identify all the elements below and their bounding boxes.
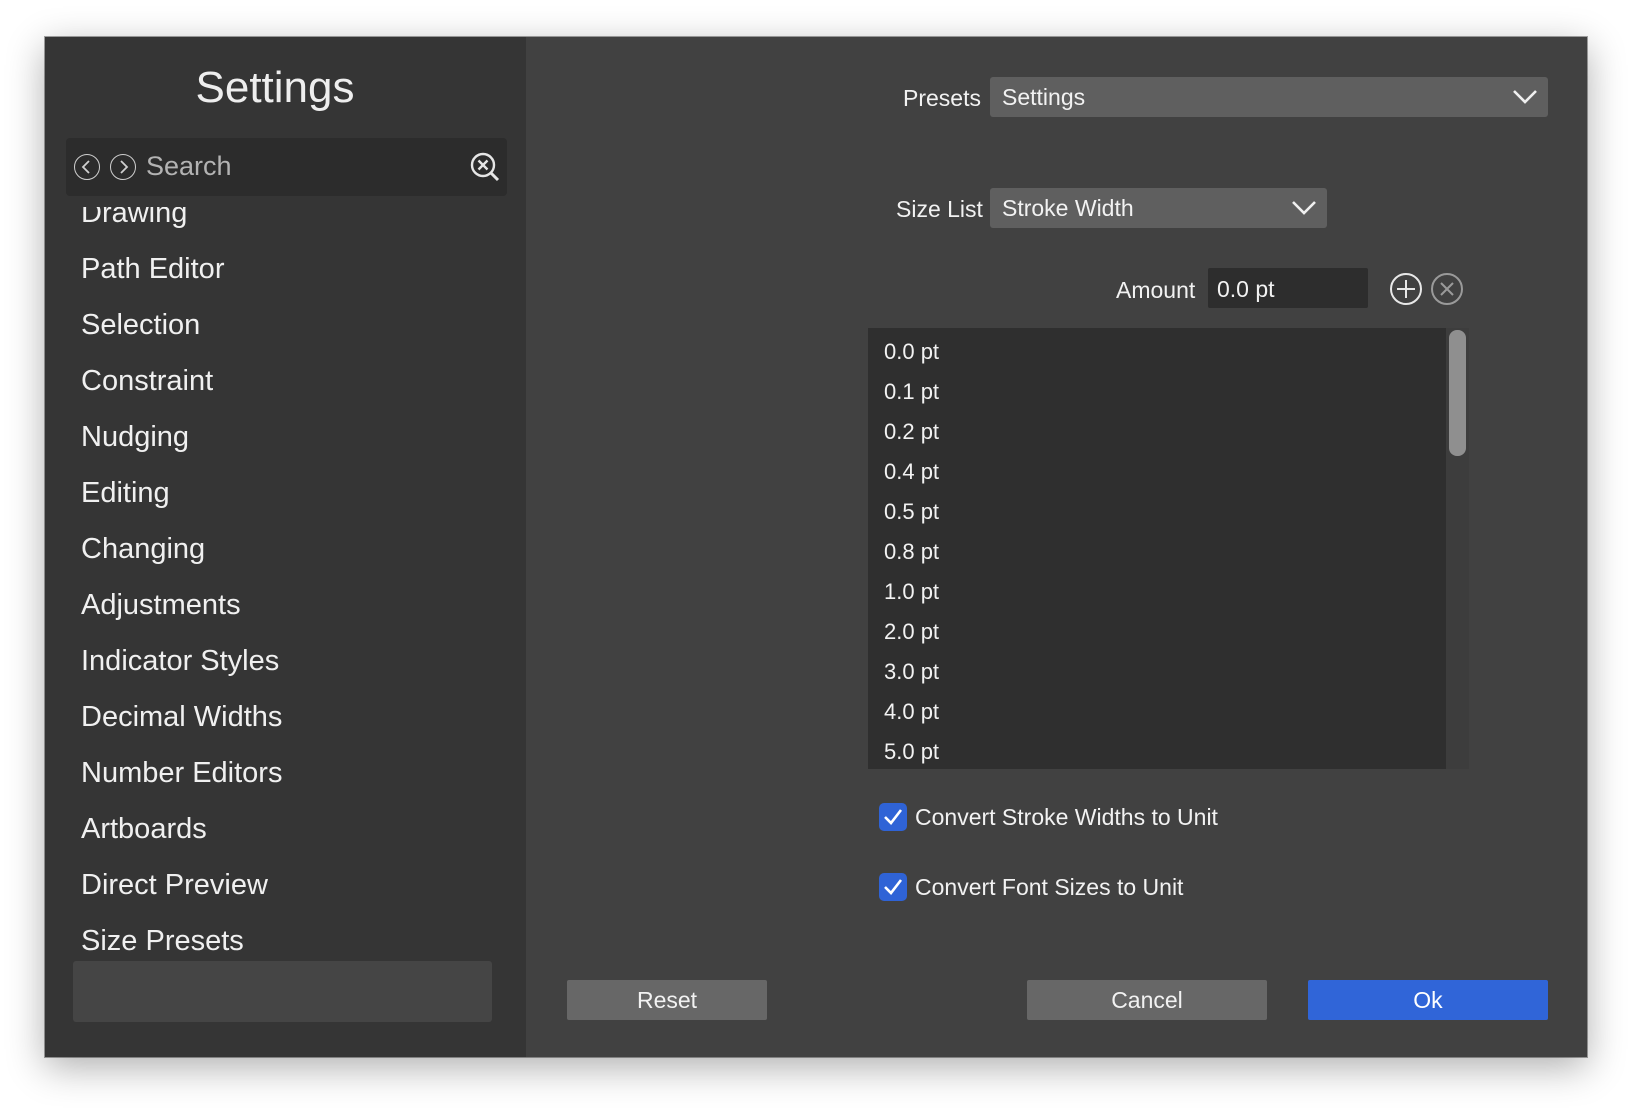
back-arrow-icon[interactable] <box>74 154 100 180</box>
size-list[interactable]: 0.0 pt 0.1 pt 0.2 pt 0.4 pt 0.5 pt 0.8 p… <box>868 328 1469 769</box>
list-item[interactable]: 1.0 pt <box>884 579 939 605</box>
list-item[interactable]: 4.0 pt <box>884 699 939 725</box>
convert-stroke-widths-label[interactable]: Convert Stroke Widths to Unit <box>915 804 1218 831</box>
size-list-label: Size List <box>896 196 983 222</box>
add-icon[interactable] <box>1389 272 1423 306</box>
search-input[interactable]: Search <box>146 151 232 182</box>
list-scrollbar[interactable] <box>1446 328 1469 769</box>
list-item[interactable]: 3.0 pt <box>884 659 939 685</box>
sidebar: Settings Search Drawing Path Editor Sele… <box>45 37 526 1057</box>
list-item[interactable]: 2.0 pt <box>884 619 939 645</box>
presets-label: Presets <box>903 85 981 111</box>
size-list-value: Stroke Width <box>1002 195 1134 221</box>
list-item[interactable]: 0.4 pt <box>884 459 939 485</box>
presets-value: Settings <box>1002 84 1086 110</box>
convert-stroke-widths-checkbox[interactable] <box>879 803 907 831</box>
sidebar-item-constraint[interactable]: Constraint <box>81 365 213 398</box>
chevron-down-icon <box>1292 201 1316 215</box>
search-clear-icon[interactable] <box>468 150 502 184</box>
ok-button[interactable]: Ok <box>1308 980 1548 1020</box>
list-item[interactable]: 0.8 pt <box>884 539 939 565</box>
scrollbar-thumb[interactable] <box>1449 330 1466 456</box>
convert-font-sizes-label[interactable]: Convert Font Sizes to Unit <box>915 874 1183 901</box>
forward-arrow-icon[interactable] <box>110 154 136 180</box>
checkmark-icon <box>884 809 903 825</box>
sidebar-item-changing[interactable]: Changing <box>81 533 205 566</box>
chevron-down-icon <box>1513 90 1537 104</box>
sidebar-title: Settings <box>195 63 355 112</box>
sidebar-item-size-presets[interactable]: Size Presets <box>81 925 244 958</box>
list-item[interactable]: 0.0 pt <box>884 339 939 365</box>
sidebar-item-drawing[interactable]: Drawing <box>81 207 187 230</box>
convert-font-sizes-checkbox[interactable] <box>879 873 907 901</box>
sidebar-item-artboards[interactable]: Artboards <box>81 813 207 846</box>
amount-label: Amount <box>1116 277 1196 303</box>
cancel-button[interactable]: Cancel <box>1027 980 1267 1020</box>
settings-window: Settings Search Drawing Path Editor Sele… <box>45 37 1587 1057</box>
sidebar-item-decimal-widths[interactable]: Decimal Widths <box>81 701 282 734</box>
settings-nav: Drawing Path Editor Selection Constraint… <box>45 207 526 1057</box>
remove-icon[interactable] <box>1430 272 1464 306</box>
sidebar-item-number-editors[interactable]: Number Editors <box>81 757 282 790</box>
reset-button[interactable]: Reset <box>567 980 767 1020</box>
sidebar-item-editing[interactable]: Editing <box>81 477 170 510</box>
list-item[interactable]: 5.0 pt <box>884 739 939 765</box>
presets-dropdown[interactable]: Settings <box>990 77 1548 117</box>
sidebar-item-path-editor[interactable]: Path Editor <box>81 253 224 286</box>
amount-value: 0.0 pt <box>1217 276 1275 302</box>
amount-field[interactable]: 0.0 pt <box>1208 268 1368 308</box>
sidebar-item-direct-preview[interactable]: Direct Preview <box>81 869 268 902</box>
list-item[interactable]: 0.2 pt <box>884 419 939 445</box>
sidebar-item-indicator-styles[interactable]: Indicator Styles <box>81 645 279 678</box>
nav-selection-highlight <box>73 961 492 1022</box>
sidebar-item-selection[interactable]: Selection <box>81 309 200 342</box>
checkmark-icon <box>884 879 903 895</box>
list-item[interactable]: 0.1 pt <box>884 379 939 405</box>
sidebar-item-nudging[interactable]: Nudging <box>81 421 189 454</box>
size-list-dropdown[interactable]: Stroke Width <box>990 188 1327 228</box>
list-item[interactable]: 0.5 pt <box>884 499 939 525</box>
sidebar-item-adjustments[interactable]: Adjustments <box>81 589 241 622</box>
search-box[interactable]: Search <box>66 138 507 196</box>
